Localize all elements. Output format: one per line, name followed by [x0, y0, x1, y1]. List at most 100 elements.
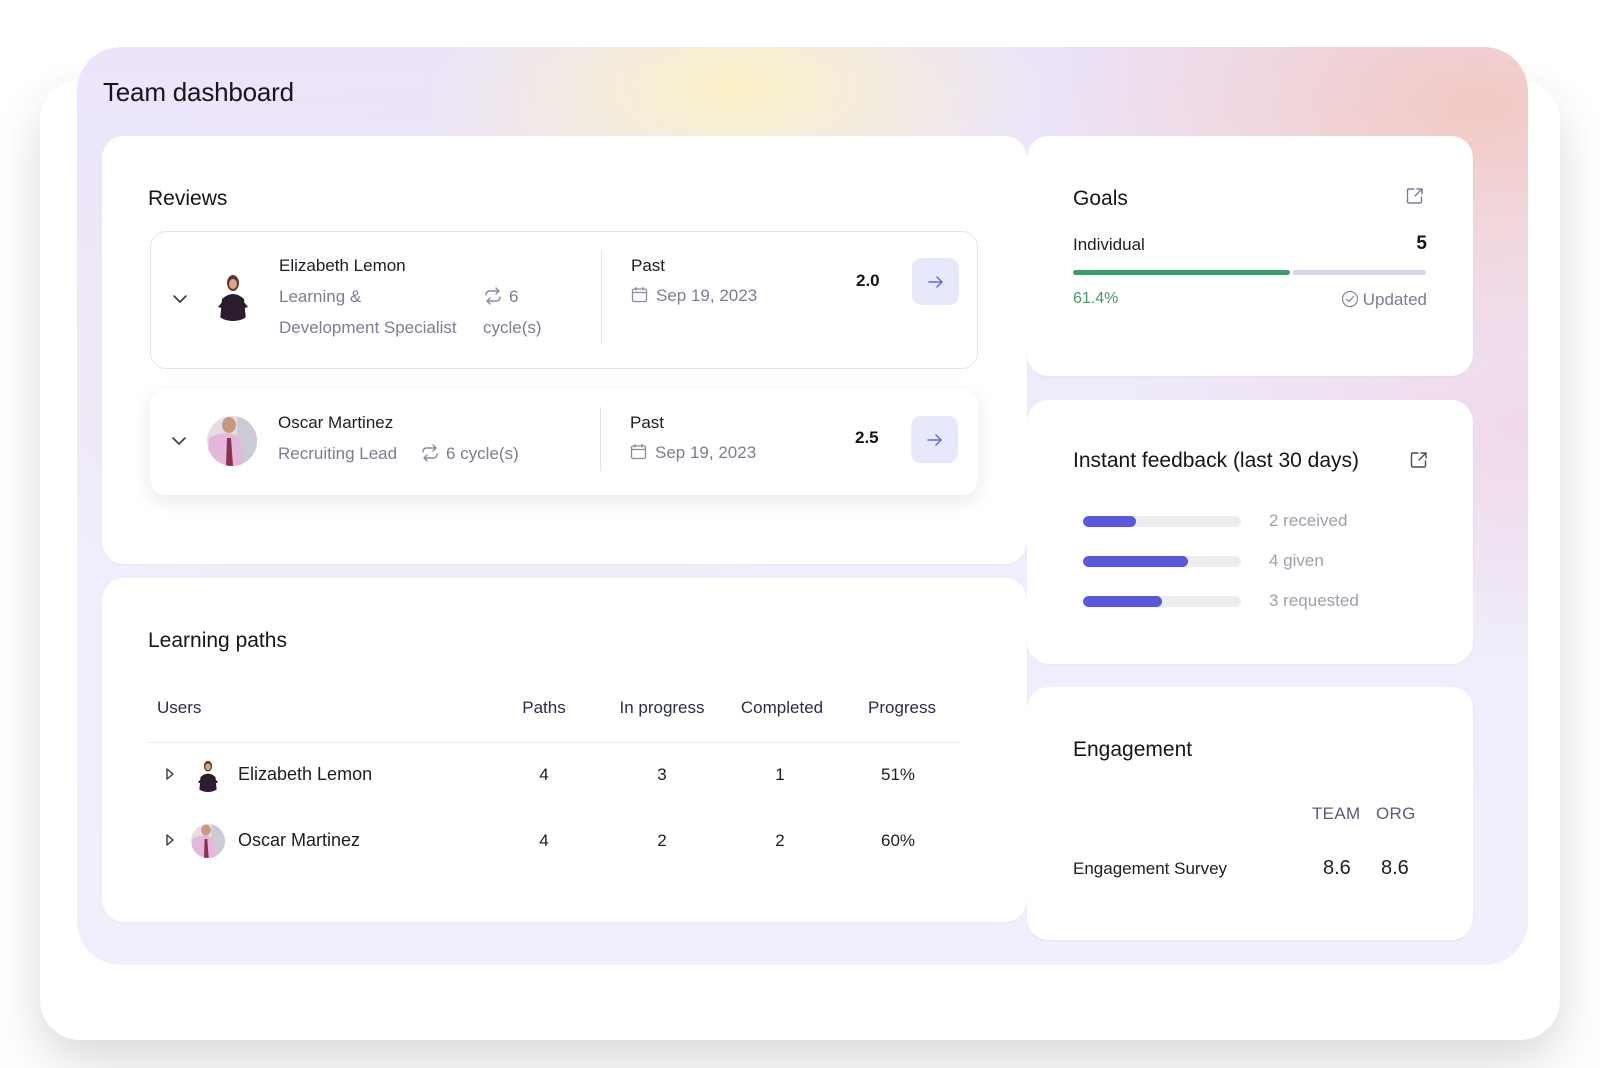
feedback-row-given: 4 given — [1083, 551, 1423, 571]
engagement-title: Engagement — [1073, 738, 1193, 761]
oscar-martinez-avatar — [207, 416, 257, 466]
in-progress-count: 3 — [657, 765, 667, 784]
open-review-button[interactable] — [911, 416, 958, 463]
goal-progress-fill — [1073, 270, 1290, 275]
review-score: 2.5 — [855, 428, 879, 447]
review-date: Sep 19, 2023 — [631, 286, 757, 306]
elizabeth-lemon-avatar — [191, 758, 225, 792]
arrow-right-icon — [927, 275, 943, 288]
feedback-label: 4 given — [1269, 551, 1324, 570]
calendar-icon — [631, 287, 648, 303]
paths-count: 4 — [539, 765, 549, 784]
chevron-down-icon[interactable] — [170, 432, 188, 450]
review-cycles: 6 cycle(s) — [420, 438, 519, 469]
date-text: Sep 19, 2023 — [655, 443, 757, 462]
goal-progress-bar — [1073, 270, 1426, 275]
progress-value: 60% — [880, 831, 916, 850]
review-cycles: 6 cycle(s) — [483, 281, 542, 343]
feedback-bar-track — [1083, 556, 1241, 567]
feedback-label: 2 received — [1269, 511, 1348, 530]
reviewee-name: Oscar Martinez — [278, 413, 394, 432]
instant-feedback-card: Instant feedback (last 30 days) 2 receiv… — [1027, 400, 1473, 664]
reviewee-role: Learning & Development Specialist — [279, 281, 457, 343]
calendar-icon — [630, 444, 647, 460]
column-header-completed[interactable]: Completed — [732, 698, 832, 718]
external-link-icon[interactable] — [1405, 186, 1425, 206]
reviewee-name: Elizabeth Lemon — [279, 256, 406, 275]
feedback-row-requested: 3 requested — [1083, 591, 1423, 611]
engagement-survey-label: Engagement Survey — [1073, 859, 1228, 878]
completed-count: 1 — [775, 765, 785, 784]
check-circle-icon — [1341, 290, 1358, 308]
feedback-bar-fill — [1083, 516, 1136, 527]
column-header-org: ORG — [1376, 804, 1416, 823]
reviewee-role: Recruiting Lead — [278, 444, 398, 463]
elizabeth-lemon-avatar — [208, 271, 258, 321]
page-title: Team dashboard — [103, 77, 294, 107]
goal-count: 5 — [1416, 233, 1427, 254]
reviews-card: Reviews Elizabeth Lemon Learning & Devel… — [102, 136, 1027, 564]
goals-card: Goals Individual 5 61.4% Updated — [1027, 136, 1473, 376]
engagement-org-score: 8.6 — [1381, 857, 1409, 879]
divider — [601, 250, 602, 344]
header-divider — [147, 742, 960, 743]
review-status: Past — [630, 413, 665, 432]
repeat-icon — [422, 444, 438, 462]
external-link-icon[interactable] — [1409, 450, 1429, 470]
column-header-users[interactable]: Users — [157, 698, 201, 718]
column-header-paths[interactable]: Paths — [504, 698, 584, 718]
learning-paths-card: Learning paths Users Paths In progress C… — [102, 578, 1027, 922]
cycle-count: 6 — [509, 287, 519, 306]
goal-percent: 61.4% — [1073, 290, 1119, 307]
column-header-progress[interactable]: Progress — [852, 698, 952, 718]
completed-count: 2 — [775, 831, 785, 850]
table-row[interactable]: Elizabeth Lemon 4 3 1 51% — [102, 756, 1027, 796]
review-row[interactable]: Oscar Martinez Recruiting Lead 6 cycle(s… — [150, 389, 978, 495]
expand-triangle-icon[interactable] — [164, 767, 176, 781]
review-score: 2.0 — [856, 271, 880, 290]
expand-triangle-icon[interactable] — [164, 833, 176, 847]
paths-count: 4 — [539, 831, 549, 850]
cycle-count: 6 cycle(s) — [446, 444, 519, 463]
table-row[interactable]: Oscar Martinez 4 2 2 60% — [102, 822, 1027, 862]
column-header-team: TEAM — [1312, 804, 1361, 823]
review-date: Sep 19, 2023 — [630, 443, 756, 463]
engagement-team-score: 8.6 — [1323, 857, 1351, 879]
avatar — [191, 824, 225, 858]
status-text: Updated — [1362, 290, 1427, 309]
feedback-label: 3 requested — [1269, 591, 1359, 610]
instant-feedback-title: Instant feedback (last 30 days) — [1073, 449, 1359, 472]
review-row[interactable]: Elizabeth Lemon Learning & Development S… — [150, 231, 978, 369]
column-header-in-progress[interactable]: In progress — [612, 698, 712, 718]
goal-type-label: Individual — [1073, 235, 1145, 254]
date-text: Sep 19, 2023 — [656, 286, 758, 305]
chevron-down-icon[interactable] — [171, 290, 189, 308]
repeat-icon — [485, 287, 501, 305]
feedback-row-received: 2 received — [1083, 511, 1423, 531]
user-name: Oscar Martinez — [238, 830, 361, 850]
dashboard-panel: Team dashboard Reviews Elizabeth Lemon L… — [77, 47, 1528, 965]
avatar — [208, 271, 258, 321]
feedback-bar-track — [1083, 596, 1241, 607]
review-status: Past — [631, 256, 666, 275]
cycle-unit: cycle(s) — [483, 318, 542, 337]
feedback-bar-fill — [1083, 596, 1162, 607]
reviews-title: Reviews — [148, 187, 228, 210]
user-name: Elizabeth Lemon — [238, 764, 373, 784]
avatar — [191, 758, 225, 792]
goal-progress-track — [1293, 270, 1426, 275]
open-review-button[interactable] — [912, 258, 959, 305]
arrow-right-icon — [926, 433, 942, 446]
goal-status: Updated — [1341, 290, 1427, 310]
role-line: Development Specialist — [279, 318, 457, 337]
oscar-martinez-avatar — [191, 824, 225, 858]
avatar — [207, 416, 257, 466]
divider — [600, 407, 601, 471]
feedback-bar-track — [1083, 516, 1241, 527]
goals-title: Goals — [1073, 187, 1128, 210]
progress-value: 51% — [880, 765, 916, 784]
feedback-bar-fill — [1083, 556, 1189, 567]
in-progress-count: 2 — [657, 831, 667, 850]
role-line: Learning & — [279, 287, 362, 306]
engagement-card: Engagement TEAM ORG Engagement Survey 8.… — [1027, 687, 1473, 940]
